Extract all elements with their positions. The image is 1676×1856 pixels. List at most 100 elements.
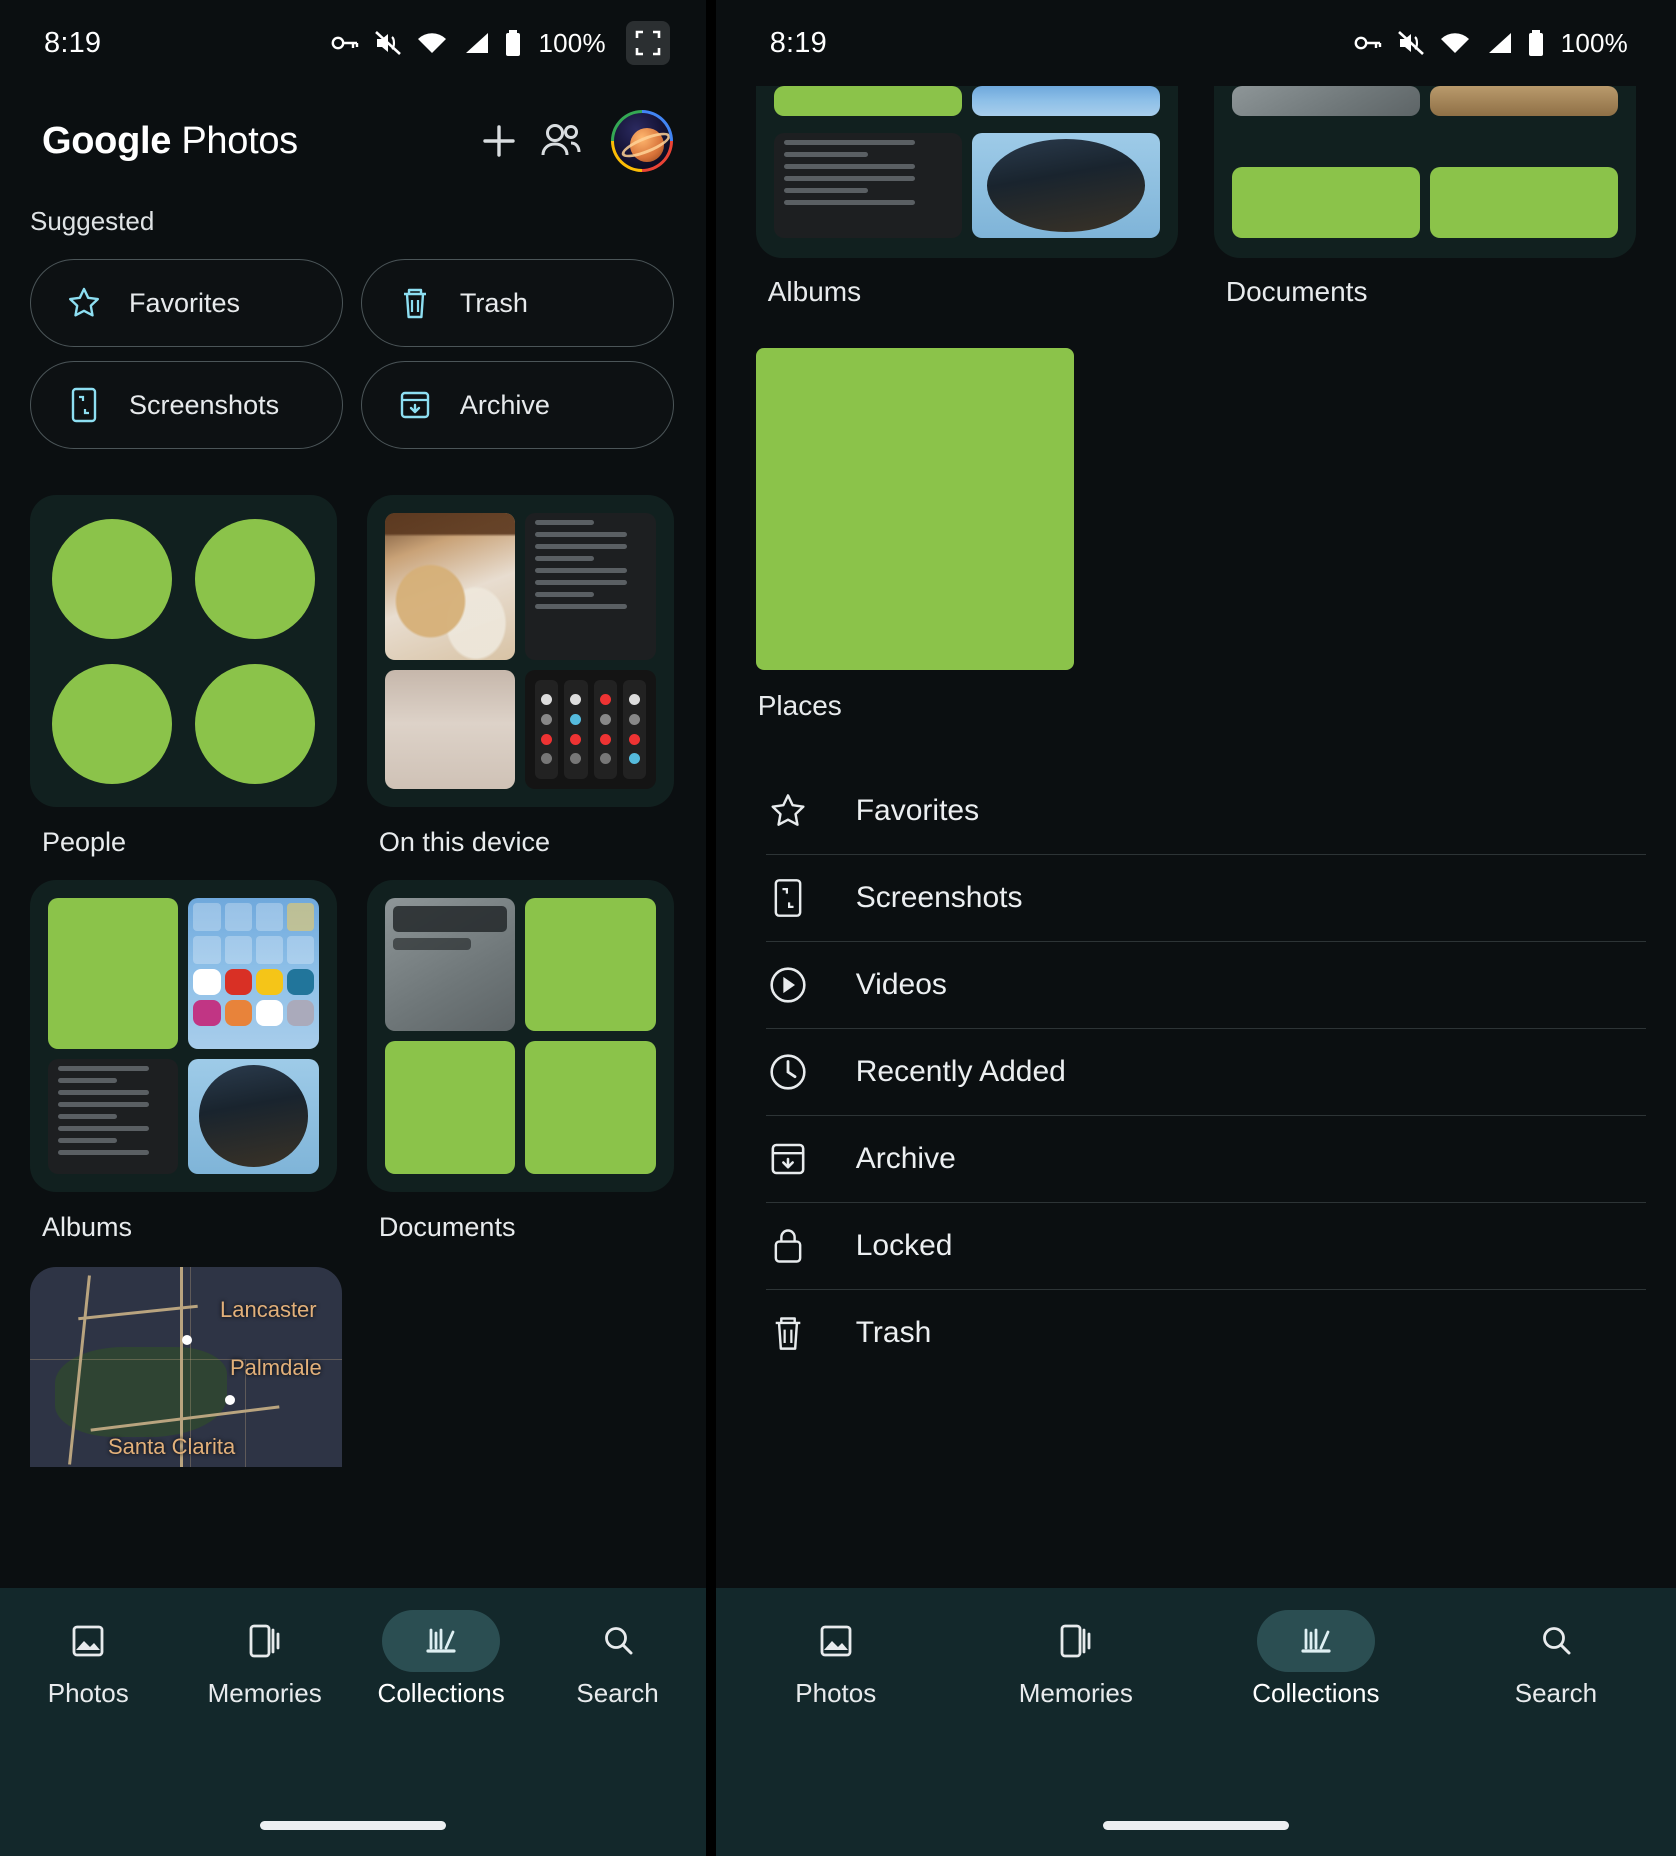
chip-archive[interactable]: Archive [360,361,674,449]
signal-icon [462,31,490,55]
people-icon[interactable] [530,110,592,172]
thumbnail [1429,86,1618,116]
list-item-locked[interactable]: Locked [756,1203,1646,1289]
tile-caption: Places [757,690,842,721]
tile-albums[interactable]: Albums [755,86,1178,308]
battery-icon [1527,29,1545,57]
thumbnail [384,1041,516,1174]
account-avatar[interactable] [608,107,676,175]
key-icon [330,32,360,54]
list-item-screenshots[interactable]: Screenshots [756,855,1646,941]
collections-icon [382,1610,501,1672]
chip-favorites[interactable]: Favorites [30,259,343,347]
status-bar: 8:19 100% [0,0,706,86]
thumbnail [188,898,319,1049]
chip-label: Favorites [129,287,241,318]
tile-documents[interactable]: Documents [1213,86,1636,308]
status-time: 8:19 [769,26,827,59]
list-item-label: Screenshots [855,881,1023,914]
list-item-archive[interactable]: Archive [756,1116,1646,1202]
list-item-recently-added[interactable]: Recently Added [756,1029,1646,1115]
list-item-favorites[interactable]: Favorites [756,768,1646,854]
thumbnail [1429,167,1618,238]
app-title-thin: Photos [171,119,298,162]
tile-caption: Albums [42,1212,133,1242]
dual-screenshot-comparison: 8:19 100% Google Photos Suggested Favori… [0,0,1676,1856]
home-indicator[interactable] [1102,1821,1289,1830]
thumbnail [48,1058,179,1174]
list-item-label: Recently Added [855,1055,1066,1088]
tile-caption: People [42,827,127,857]
battery-icon [504,29,522,57]
thumbnail [773,86,962,116]
wifi-icon [416,31,448,55]
right-phone-screen: 8:19 100% Albums Documents Places Favori… [715,0,1676,1856]
app-title-bold: Google [42,119,172,162]
nav-label: Search [1514,1678,1598,1708]
left-phone-screen: 8:19 100% Google Photos Suggested Favori… [0,0,706,1856]
trash-icon [766,1311,810,1355]
person-placeholder [52,663,173,784]
chip-label: Trash [459,287,528,318]
thumbnail [525,513,656,660]
nav-label: Photos [795,1678,877,1708]
thumbnail [1231,86,1420,116]
map-label: Lancaster [220,1297,317,1322]
bottom-navigation: Photos Memories Collections Search [715,1588,1676,1856]
tile-caption: Documents [378,1212,516,1242]
tile-albums[interactable]: Albums [30,880,337,1243]
nav-photos[interactable]: Photos [0,1610,176,1709]
thumbnail [525,669,656,789]
thumbnail [525,898,656,1031]
tile-caption: On this device [378,827,550,857]
status-icons: 100% [330,21,670,65]
scrolled-tiles: Albums Documents [716,86,1676,308]
map-point [182,1335,192,1345]
collections-list: Favorites Screenshots Videos Recently Ad… [716,768,1676,1376]
list-item-trash[interactable]: Trash [756,1290,1646,1376]
thumbnail [188,1058,319,1174]
fullscreen-icon[interactable] [625,21,670,65]
tile-places[interactable] [755,348,1074,670]
thumbnail [384,669,516,789]
play-circle-icon [766,963,810,1007]
tile-places-map[interactable]: Lancaster Palmdale Santa Clarita [30,1267,342,1467]
documents-preview [1213,86,1636,258]
device-preview [366,495,674,807]
star-icon [65,284,103,322]
nav-label: Photos [47,1678,129,1708]
nav-memories[interactable]: Memories [956,1610,1196,1709]
screen-divider [705,0,716,1856]
nav-collections[interactable]: Collections [1196,1610,1436,1709]
suggested-chips: Favorites Trash Screenshots Archive [0,237,706,449]
wifi-icon [1439,31,1471,55]
screenshot-icon [766,876,810,920]
home-indicator[interactable] [259,1821,446,1830]
mute-icon [374,30,402,56]
tile-documents[interactable]: Documents [366,880,674,1243]
app-bar: Google Photos [0,86,706,196]
app-title: Google Photos [42,120,298,163]
thumbnail [384,898,516,1031]
nav-search[interactable]: Search [529,1610,705,1709]
list-item-label: Archive [855,1142,956,1175]
person-placeholder [194,663,315,784]
chip-screenshots[interactable]: Screenshots [30,361,343,449]
thumbnail [384,513,516,660]
documents-preview [366,880,674,1192]
chip-trash[interactable]: Trash [360,259,674,347]
nav-collections[interactable]: Collections [353,1610,529,1709]
battery-percent: 100% [538,27,606,58]
trash-icon [396,284,434,322]
search-icon [559,1610,677,1672]
nav-search[interactable]: Search [1436,1610,1676,1709]
tile-people[interactable]: People [30,495,337,858]
nav-photos[interactable]: Photos [716,1610,956,1709]
nav-memories[interactable]: Memories [176,1610,352,1709]
thumbnail [525,1041,656,1174]
chip-label: Screenshots [129,389,280,420]
memories-icon [1017,1610,1135,1672]
tile-on-this-device[interactable]: On this device [366,495,674,858]
list-item-videos[interactable]: Videos [756,942,1646,1028]
plus-icon[interactable] [468,110,530,172]
